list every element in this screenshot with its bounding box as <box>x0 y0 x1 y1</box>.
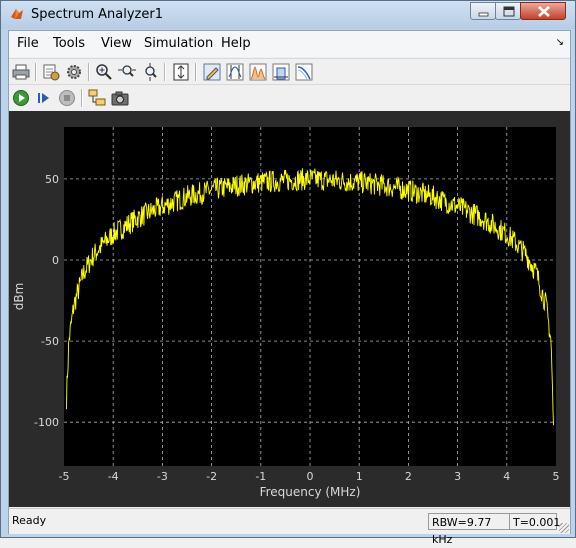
maximize-button[interactable] <box>495 2 521 20</box>
toolbar-separator <box>88 63 90 81</box>
menu-tools[interactable]: Tools <box>53 36 85 51</box>
x-tick-label: 5 <box>553 470 560 483</box>
toolbar-separator <box>195 63 197 81</box>
x-tick-label: -2 <box>206 470 217 483</box>
status-ready: Ready <box>12 514 47 527</box>
minimize-icon <box>478 12 489 17</box>
matlab-icon <box>11 9 23 19</box>
highlight-block-icon[interactable] <box>87 88 107 108</box>
window-client: File Tools View Simulation Help ↘ -5 -4 … <box>8 30 571 546</box>
close-icon <box>538 6 550 17</box>
x-tick-label: 1 <box>356 470 363 483</box>
spectrum-settings-icon[interactable] <box>41 62 61 82</box>
step-forward-icon[interactable] <box>34 88 54 108</box>
maximize-icon <box>503 6 515 17</box>
stop-icon[interactable] <box>57 88 77 108</box>
gear-icon[interactable] <box>64 62 84 82</box>
x-tick-labels: -5 -4 -3 -2 -1 0 1 2 3 4 5 <box>59 470 560 483</box>
menu-simulation[interactable]: Simulation <box>144 36 213 51</box>
autoscale-icon[interactable] <box>171 62 191 82</box>
status-time: T=0.001 <box>509 513 560 530</box>
peak-finder-icon[interactable] <box>248 62 268 82</box>
cursor-measurement-icon[interactable] <box>225 62 245 82</box>
resize-grip-icon[interactable] <box>559 523 569 533</box>
toolbar-separator <box>35 63 37 81</box>
x-tick-label: -1 <box>255 470 266 483</box>
close-button[interactable] <box>520 2 566 20</box>
y-tick-label: 0 <box>52 254 59 267</box>
x-tick-label: 4 <box>503 470 510 483</box>
x-tick-label: -4 <box>108 470 119 483</box>
x-axis-label: Frequency (MHz) <box>260 485 361 499</box>
menu-file[interactable]: File <box>17 36 39 51</box>
zoom-x-icon[interactable] <box>117 62 137 82</box>
x-tick-label: 2 <box>405 470 412 483</box>
x-tick-label: -5 <box>59 470 70 483</box>
status-rbw: RBW=9.77 kHz <box>428 513 512 546</box>
y-tick-label: -100 <box>34 416 59 429</box>
spectrum-chart[interactable]: -5 -4 -3 -2 -1 0 1 2 3 4 5 50 0 -50 -100 Frequency (M… <box>9 111 570 507</box>
edit-measurement-icon[interactable] <box>202 62 222 82</box>
window-title: Spectrum Analyzer1 <box>31 7 163 22</box>
app-window: Spectrum Analyzer1 File Tools View Simul… <box>0 0 576 546</box>
toolbar-separator <box>81 89 83 107</box>
toolbar-separator <box>164 63 166 81</box>
zoom-y-icon[interactable] <box>140 62 160 82</box>
menu-dock-arrow-icon[interactable]: ↘ <box>556 37 564 48</box>
print-icon[interactable] <box>11 62 31 82</box>
plot-area: -5 -4 -3 -2 -1 0 1 2 3 4 5 50 0 -50 -100 Frequency (M… <box>9 111 570 507</box>
zoom-in-icon[interactable] <box>94 62 114 82</box>
title-bar[interactable]: Spectrum Analyzer1 <box>1 1 575 29</box>
y-axis-label: dBm <box>12 283 26 311</box>
x-tick-label: 3 <box>454 470 461 483</box>
status-bar: Ready RBW=9.77 kHz T=0.001 <box>9 508 570 546</box>
y-tick-labels: 50 0 -50 -100 <box>34 173 59 429</box>
y-tick-label: -50 <box>41 335 59 348</box>
x-tick-label: -3 <box>157 470 168 483</box>
toolbar-main <box>9 58 570 85</box>
menu-bar: File Tools View Simulation Help ↘ <box>9 31 570 57</box>
minimize-button[interactable] <box>470 2 496 20</box>
distortion-icon[interactable] <box>294 62 314 82</box>
channel-measurement-icon[interactable] <box>271 62 291 82</box>
y-tick-label: 50 <box>45 173 59 186</box>
snapshot-icon[interactable] <box>110 88 130 108</box>
menu-view[interactable]: View <box>101 36 132 51</box>
toolbar-simulation <box>9 84 570 111</box>
x-tick-label: 0 <box>307 470 314 483</box>
run-icon[interactable] <box>11 88 31 108</box>
menu-help[interactable]: Help <box>221 36 251 51</box>
